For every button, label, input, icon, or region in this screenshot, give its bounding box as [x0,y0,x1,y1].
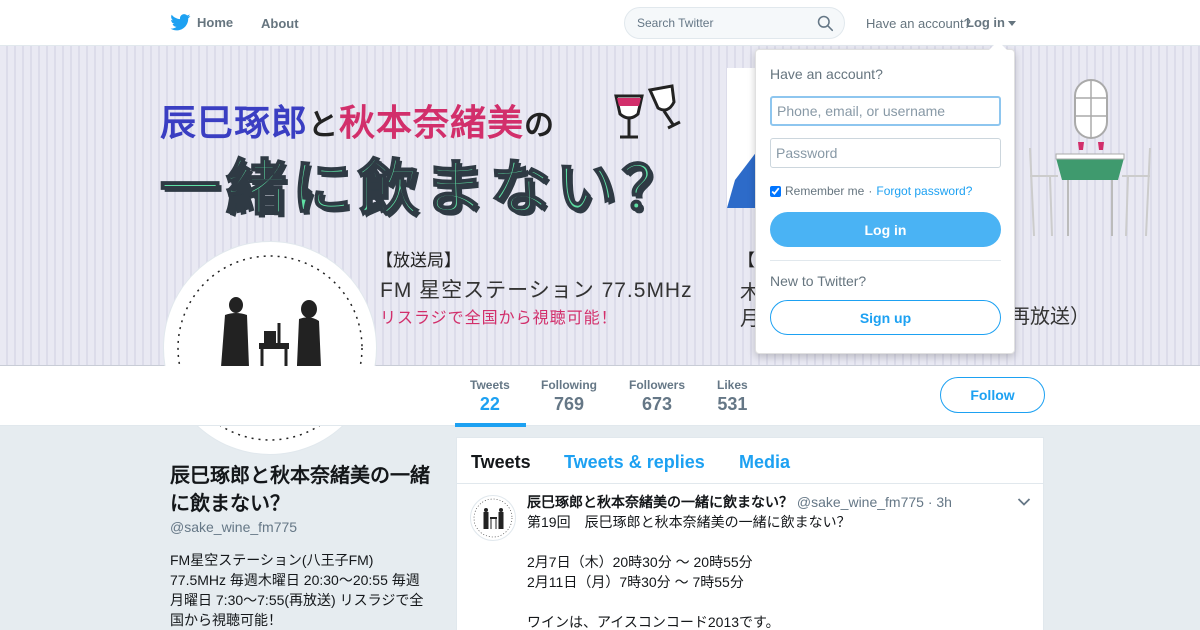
login-link-label: Log in [966,15,1005,30]
signup-button[interactable]: Sign up [770,300,1001,335]
banner-no: の [524,109,556,142]
nav-home-label: Home [197,15,234,30]
stat-label: Following [541,378,597,392]
tweet-header: 辰巳琢郎と秋本奈緒美の一緒に飲まない？ @sake_wine_fm775 · 3… [527,492,952,512]
password-field[interactable] [770,138,1001,168]
search-icon[interactable] [817,15,834,32]
separator-dot: · [868,184,873,198]
profile-handle[interactable]: @sake_wine_fm775 [170,519,297,535]
twitter-bird-icon [170,14,191,31]
tab-tweets[interactable]: Tweets [471,452,531,473]
wine-glasses-icon [614,84,681,139]
new-to-twitter-label: New to Twitter? [770,273,867,289]
top-nav: Home About Have an account? Log in [0,0,1200,46]
username-field[interactable] [770,96,1001,126]
stat-label: Tweets [470,378,510,392]
tweet-timestamp[interactable]: · 3h [928,494,952,510]
caret-down-icon [1008,21,1016,26]
active-stat-indicator [455,423,526,427]
banner-name2: 秋本奈緒美 [339,102,525,143]
nav-about-link[interactable]: About [261,16,299,31]
stat-value: 673 [641,394,673,414]
banner-station-name: FM 星空ステーション 77.5MHz [380,279,693,302]
login-dropdown-toggle[interactable]: Log in [966,15,1016,30]
login-button[interactable]: Log in [770,212,1001,247]
stat-following[interactable]: Following 769 [541,378,597,415]
tab-media[interactable]: Media [739,452,790,473]
timeline: Tweets Tweets & replies Media 辰巳琢郎と秋本奈緒美… [456,437,1044,630]
stat-label: Likes [717,378,748,392]
tweet-author-name[interactable]: 辰巳琢郎と秋本奈緒美の一緒に飲まない？ [527,494,793,510]
banner-station-note: リスラジで全国から視聴可能！ [380,310,618,327]
stat-label: Followers [629,378,686,392]
tweet-avatar-illustration [473,498,513,538]
restaurant-table-illustration [1029,79,1151,237]
stat-likes[interactable]: Likes 531 [717,378,748,415]
dropdown-divider [770,260,1001,261]
banner-peek-right: 再放送） [1010,306,1090,328]
profile-name[interactable]: 辰巳琢郎と秋本奈緒美の一緒に飲まない？ [170,462,440,518]
timeline-tabs: Tweets Tweets & replies Media [457,438,1043,484]
stat-followers[interactable]: Followers 673 [629,378,685,415]
remember-checkbox[interactable] [770,185,781,197]
banner-name1: 辰巳琢郎 [160,102,309,143]
banner-peek-heading: 【 [738,251,755,270]
nav-home-link[interactable]: Home [170,14,233,31]
banner-to: と [308,109,340,142]
remember-label[interactable]: Remember me [785,184,864,198]
dropdown-title: Have an account? [770,66,883,82]
stat-value: 769 [553,394,585,414]
search-input[interactable] [625,8,805,38]
tweet-author-handle[interactable]: @sake_wine_fm775 [797,494,924,510]
follow-button[interactable]: Follow [940,377,1045,413]
banner-title-line1: 辰巳琢郎と秋本奈緒美の [160,94,555,146]
chevron-down-icon[interactable] [1017,497,1031,507]
banner-title-line2: 一緒に飲まない？ [159,154,688,223]
tab-tweets-replies[interactable]: Tweets & replies [564,452,705,473]
tweet-text: 第19回 辰巳琢郎と秋本奈緒美の一緒に飲まない？ 2月7日（木）20時30分 ～… [527,514,851,630]
remember-row: Remember me · Forgot password? [770,184,972,198]
have-account-label: Have an account? [866,16,971,31]
dropdown-arrow [989,41,1007,50]
profile-nav: Tweets 22 Following 769 Followers 673 Li… [0,366,1200,427]
stat-value: 531 [717,394,748,414]
forgot-password-link[interactable]: Forgot password? [876,184,972,198]
search-box [624,7,845,39]
profile-bio: FM星空ステーション(八王子FM) 77.5MHz 毎週木曜日 20:30～20… [170,552,424,628]
stat-value: 22 [479,394,500,414]
login-dropdown: Have an account? Remember me · Forgot pa… [755,41,1015,354]
banner-station-heading: 【放送局】 [376,251,461,270]
tweet-avatar[interactable] [470,495,516,541]
stat-tweets[interactable]: Tweets 22 [470,378,510,415]
